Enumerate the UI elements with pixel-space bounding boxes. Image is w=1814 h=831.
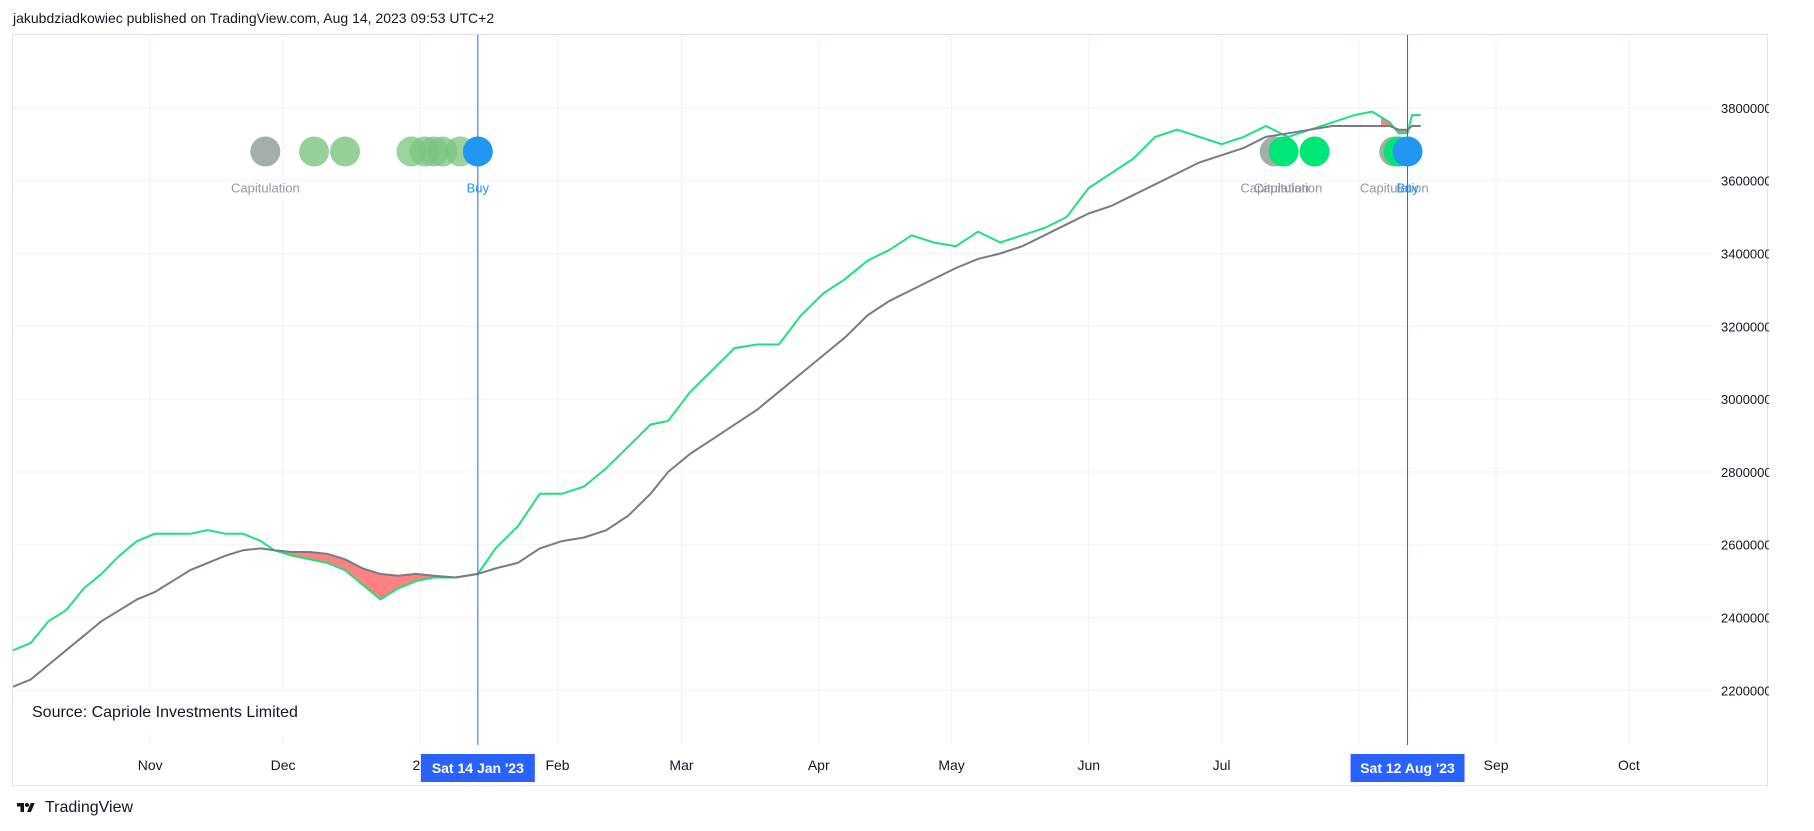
chart-svg[interactable]: 220000000 240000000 260000000 280000000 3000… <box>13 35 1769 787</box>
capitulation-marker[interactable] <box>1268 136 1299 167</box>
x-tick-label: Sep <box>1484 757 1509 773</box>
y-tick-label: 360000000 <box>1721 174 1769 189</box>
x-tick-label: Nov <box>138 757 163 773</box>
chart-frame: 220000000 240000000 260000000 280000000 3000… <box>12 34 1769 787</box>
x-tick-label: Apr <box>808 757 830 773</box>
capitulation-label: Capitulation <box>231 181 300 196</box>
x-tick-label: Jun <box>1077 757 1100 773</box>
capitulation-marker[interactable] <box>1299 136 1330 167</box>
x-tick-label: Feb <box>545 757 569 773</box>
y-tick-label: 280000000 <box>1721 465 1769 480</box>
tradingview-logo-icon <box>17 803 35 812</box>
capitulation-label: Capitulation <box>1254 181 1323 196</box>
x-tick-label: Mar <box>669 757 693 773</box>
x-tick-label: May <box>938 757 964 773</box>
footer-brand-label: TradingView <box>45 799 134 816</box>
y-tick-label: 240000000 <box>1721 611 1769 626</box>
y-tick-label: 340000000 <box>1721 246 1769 261</box>
buy-label: Buy <box>467 181 490 196</box>
capitulation-marker[interactable] <box>299 136 330 167</box>
buy-date-badge-label: Sat 12 Aug '23 <box>1360 760 1455 776</box>
capitulation-marker[interactable] <box>330 136 361 167</box>
x-tick-label: Dec <box>271 757 296 773</box>
capitulation-marker[interactable] <box>250 136 281 167</box>
y-tick-label: 380000000 <box>1721 101 1769 116</box>
series-line-slow <box>13 125 1421 688</box>
footer-brand-row[interactable]: TradingView <box>13 799 133 817</box>
x-tick-label: Jul <box>1213 757 1231 773</box>
source-caption: Source: Capriole Investments Limited <box>14 694 359 734</box>
buy-marker[interactable] <box>1392 136 1423 167</box>
buy-label: Buy <box>1396 181 1419 196</box>
publisher-line: jakubdziadkowiec published on TradingVie… <box>13 10 495 26</box>
buy-marker[interactable] <box>462 136 493 167</box>
y-tick-label: 220000000 <box>1721 683 1769 698</box>
x-tick-label: Oct <box>1618 757 1640 773</box>
series-line-fast <box>13 110 1421 652</box>
y-tick-label: 260000000 <box>1721 538 1769 553</box>
y-tick-label: 300000000 <box>1721 392 1769 407</box>
buy-date-badge-label: Sat 14 Jan '23 <box>432 760 524 776</box>
y-tick-label: 320000000 <box>1721 319 1769 334</box>
